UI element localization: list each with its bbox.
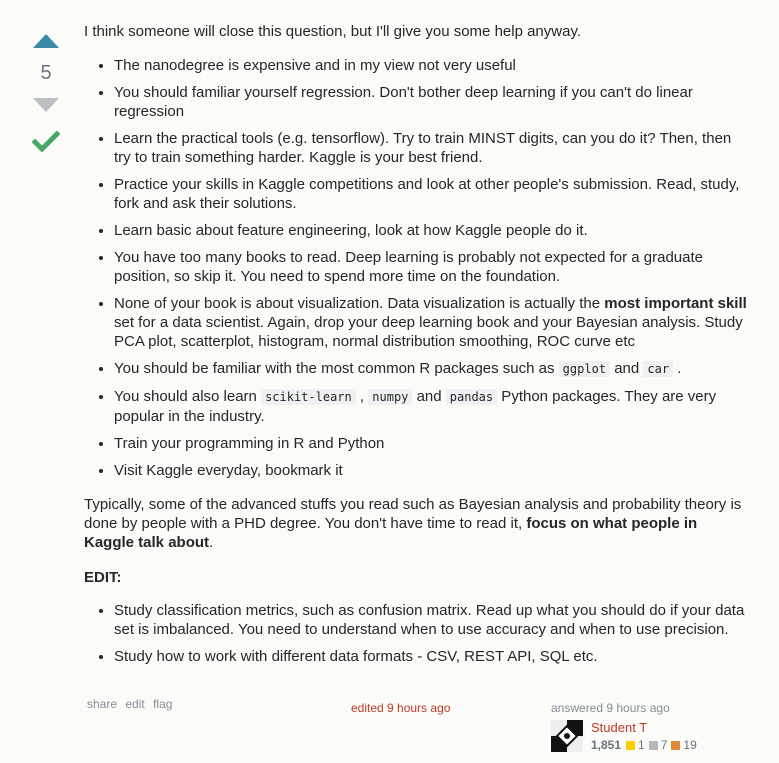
silver-badge-count: 7 <box>660 738 668 752</box>
list-item: Learn the practical tools (e.g. tensorfl… <box>114 129 750 167</box>
edit-list: Study classification metrics, such as co… <box>84 601 750 666</box>
flag-link[interactable]: flag <box>153 697 172 711</box>
user-card: Student T 1,851 1 7 19 <box>551 720 751 752</box>
list-item: The nanodegree is expensive and in my vi… <box>114 56 750 75</box>
edit-link[interactable]: edit <box>125 697 144 711</box>
answered-timestamp: answered 9 hours ago <box>551 701 670 715</box>
list-item-text: and <box>610 360 644 377</box>
user-info: answered 9 hours ago Student T 1,851 1 7… <box>551 701 751 752</box>
emphasis-text: most important skill <box>604 295 747 312</box>
upvote-arrow-icon[interactable] <box>33 34 59 48</box>
list-item-text: . <box>673 360 682 377</box>
post-body: I think someone will close this question… <box>84 22 750 666</box>
list-item: Learn basic about feature engineering, l… <box>114 221 750 240</box>
list-item: You should familiar yourself regression.… <box>114 83 750 121</box>
list-item: Study how to work with different data fo… <box>114 647 750 666</box>
summary-paragraph: Typically, some of the advanced stuffs y… <box>84 495 750 552</box>
user-name-link[interactable]: Student T <box>591 720 701 735</box>
list-item: Study classification metrics, such as co… <box>114 601 750 639</box>
list-item: Train your programming in R and Python <box>114 434 750 453</box>
code-scikit-learn: scikit-learn <box>261 389 356 405</box>
list-item-text: None of your book is about visualization… <box>114 295 605 312</box>
gold-badge-icon <box>626 740 636 750</box>
avatar[interactable] <box>551 720 583 752</box>
vote-cell: 5 <box>18 28 74 153</box>
list-item-text: set for a data scientist. Again, drop yo… <box>114 314 743 350</box>
code-car: car <box>643 361 674 377</box>
downvote-arrow-icon[interactable] <box>33 98 59 112</box>
list-item: You should be familiar with the most com… <box>114 359 750 379</box>
bronze-badge-count: 19 <box>683 738 697 752</box>
post-menu: share edit flag <box>87 697 177 711</box>
answer: 5 I think someone will close this questi… <box>0 0 779 763</box>
edited-timestamp-link[interactable]: edited 9 hours ago <box>351 701 450 715</box>
advice-list: The nanodegree is expensive and in my vi… <box>84 56 750 480</box>
list-item: You have too many books to read. Deep le… <box>114 248 750 286</box>
list-item-text: You should also learn <box>114 388 262 405</box>
list-item: None of your book is about visualization… <box>114 294 750 351</box>
vote-count: 5 <box>40 62 52 84</box>
silver-badge-icon <box>648 740 658 750</box>
list-item-text: and <box>412 388 446 405</box>
code-ggplot: ggplot <box>558 361 611 377</box>
paragraph-text: . <box>209 534 214 551</box>
code-numpy: numpy <box>368 389 413 405</box>
user-details: Student T 1,851 1 7 19 <box>591 720 701 752</box>
edit-heading: EDIT: <box>84 569 122 586</box>
list-item: Practice your skills in Kaggle competiti… <box>114 175 750 213</box>
list-item-text: You should be familiar with the most com… <box>114 360 559 377</box>
intro-text: I think someone will close this question… <box>84 23 582 40</box>
bronze-badge-icon <box>671 740 681 750</box>
reputation-score: 1,851 <box>591 738 622 752</box>
list-item: You should also learn scikit-learn , num… <box>114 387 750 426</box>
list-item: Visit Kaggle everyday, bookmark it <box>114 461 750 480</box>
code-pandas: pandas <box>445 389 498 405</box>
gold-badge-count: 1 <box>638 738 645 752</box>
list-item-text: , <box>355 388 369 405</box>
share-link[interactable]: share <box>87 697 117 711</box>
accepted-checkmark-icon <box>32 131 60 153</box>
reputation-row: 1,851 1 7 19 <box>591 738 701 752</box>
